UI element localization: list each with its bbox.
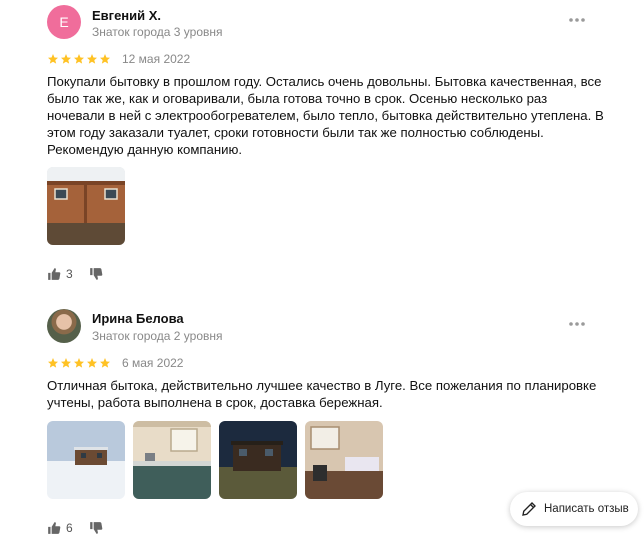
review-text: Покупали бытовку в прошлом году. Осталис… bbox=[47, 74, 604, 157]
star-icon bbox=[48, 54, 58, 64]
author-name[interactable]: Ирина Белова bbox=[92, 311, 184, 326]
avatar[interactable] bbox=[47, 309, 81, 343]
star-icon bbox=[61, 358, 71, 368]
review-photos bbox=[47, 421, 383, 499]
review-date: 12 мая 2022 bbox=[122, 52, 191, 66]
star-icon bbox=[48, 358, 58, 368]
star-icon bbox=[100, 54, 110, 64]
star-icon bbox=[61, 54, 71, 64]
star-icon bbox=[87, 54, 97, 64]
author-level: Знаток города 3 уровня bbox=[92, 25, 223, 39]
cabin-at-dusk-photo[interactable] bbox=[219, 421, 297, 499]
avatar[interactable]: Е bbox=[47, 5, 81, 39]
like-button[interactable]: 6 bbox=[47, 521, 73, 535]
like-count: 6 bbox=[66, 521, 73, 535]
thumb-down-icon bbox=[89, 268, 103, 280]
like-button[interactable]: 3 bbox=[47, 267, 73, 281]
review-text: Отличная бытока, действительно лучшее ка… bbox=[47, 378, 597, 410]
more-icon[interactable] bbox=[568, 321, 586, 327]
rating-stars bbox=[47, 53, 111, 65]
thumb-down-icon bbox=[89, 522, 103, 534]
write-review-button[interactable]: Написать отзыв bbox=[510, 492, 638, 526]
thumb-up-icon bbox=[48, 522, 61, 534]
author-level: Знаток города 2 уровня bbox=[92, 329, 223, 343]
dislike-button[interactable] bbox=[89, 267, 103, 281]
vote-bar: 3 bbox=[47, 267, 103, 281]
vote-bar: 6 bbox=[47, 521, 103, 535]
like-count: 3 bbox=[66, 267, 73, 281]
star-icon bbox=[74, 358, 84, 368]
wooden-cabin-photo[interactable] bbox=[47, 167, 125, 245]
star-icon bbox=[74, 54, 84, 64]
cabin-interior-bedroom-photo[interactable] bbox=[305, 421, 383, 499]
write-review-label: Написать отзыв bbox=[544, 503, 629, 515]
cabin-interior-kitchen-photo[interactable] bbox=[133, 421, 211, 499]
review-date: 6 мая 2022 bbox=[122, 356, 184, 370]
rating-stars bbox=[47, 357, 111, 369]
thumb-up-icon bbox=[48, 268, 61, 280]
cabin-in-snow-photo[interactable] bbox=[47, 421, 125, 499]
star-icon bbox=[100, 358, 110, 368]
avatar-letter: Е bbox=[59, 14, 69, 30]
star-icon bbox=[87, 358, 97, 368]
pencil-icon bbox=[522, 502, 536, 516]
review-photos bbox=[47, 167, 125, 245]
dislike-button[interactable] bbox=[89, 521, 103, 535]
author-name[interactable]: Евгений Х. bbox=[92, 8, 161, 23]
more-icon[interactable] bbox=[568, 17, 586, 23]
